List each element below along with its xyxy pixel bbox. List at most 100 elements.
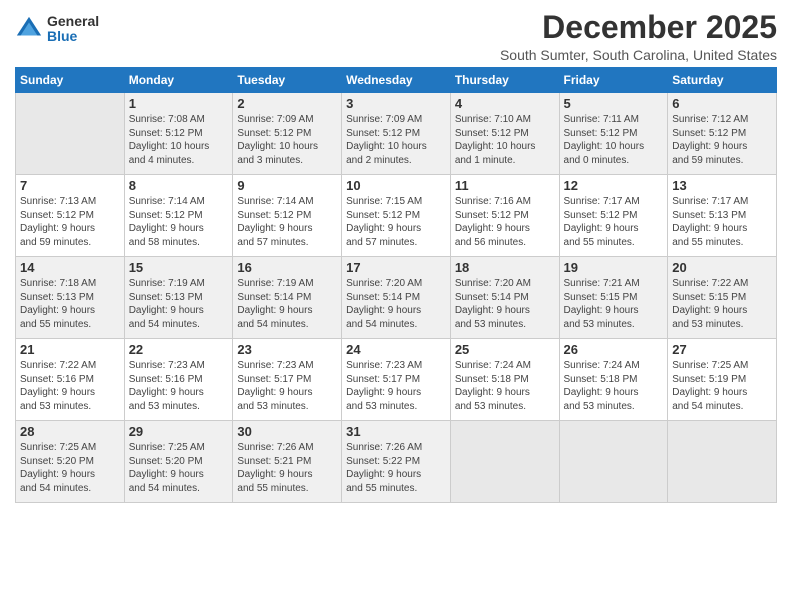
calendar-cell: 6 Sunrise: 7:12 AMSunset: 5:12 PMDaylight… [668, 93, 777, 175]
calendar-cell: 2 Sunrise: 7:09 AMSunset: 5:12 PMDaylight… [233, 93, 342, 175]
calendar-cell [559, 421, 668, 503]
day-info: Sunrise: 7:17 AMSunset: 5:12 PMDaylight:… [564, 195, 664, 249]
calendar-week-row: 21 Sunrise: 7:22 AMSunset: 5:16 PMDayligh… [16, 339, 777, 421]
day-info: Sunrise: 7:14 AMSunset: 5:12 PMDaylight:… [129, 195, 229, 249]
day-number: 2 [237, 96, 337, 111]
calendar-cell: 3 Sunrise: 7:09 AMSunset: 5:12 PMDaylight… [342, 93, 451, 175]
day-info: Sunrise: 7:23 AMSunset: 5:17 PMDaylight:… [237, 359, 337, 413]
header-row: Sunday Monday Tuesday Wednesday Thursday… [16, 68, 777, 93]
calendar-cell: 21 Sunrise: 7:22 AMSunset: 5:16 PMDayligh… [16, 339, 125, 421]
day-info: Sunrise: 7:26 AMSunset: 5:21 PMDaylight:… [237, 441, 337, 495]
calendar-cell: 11 Sunrise: 7:16 AMSunset: 5:12 PMDayligh… [450, 175, 559, 257]
calendar-cell: 16 Sunrise: 7:19 AMSunset: 5:14 PMDayligh… [233, 257, 342, 339]
calendar-table: Sunday Monday Tuesday Wednesday Thursday… [15, 67, 777, 503]
day-info: Sunrise: 7:12 AMSunset: 5:12 PMDaylight:… [672, 113, 772, 167]
day-info: Sunrise: 7:24 AMSunset: 5:18 PMDaylight:… [564, 359, 664, 413]
calendar-cell: 7 Sunrise: 7:13 AMSunset: 5:12 PMDaylight… [16, 175, 125, 257]
day-number: 22 [129, 342, 229, 357]
logo: General Blue [15, 14, 99, 45]
calendar-cell: 1 Sunrise: 7:08 AMSunset: 5:12 PMDaylight… [124, 93, 233, 175]
day-info: Sunrise: 7:19 AMSunset: 5:14 PMDaylight:… [237, 277, 337, 331]
day-number: 9 [237, 178, 337, 193]
logo-general: General [47, 14, 99, 29]
day-info: Sunrise: 7:23 AMSunset: 5:16 PMDaylight:… [129, 359, 229, 413]
day-info: Sunrise: 7:25 AMSunset: 5:20 PMDaylight:… [129, 441, 229, 495]
calendar-cell: 8 Sunrise: 7:14 AMSunset: 5:12 PMDaylight… [124, 175, 233, 257]
calendar-cell: 26Sunrise: 7:24 AMSunset: 5:18 PMDayligh… [559, 339, 668, 421]
calendar-cell: 13 Sunrise: 7:17 AMSunset: 5:13 PMDayligh… [668, 175, 777, 257]
title-area: December 2025 South Sumter, South Caroli… [500, 10, 777, 63]
col-sunday: Sunday [16, 68, 125, 93]
day-number: 1 [129, 96, 229, 111]
day-info: Sunrise: 7:09 AMSunset: 5:12 PMDaylight:… [346, 113, 446, 167]
day-number: 6 [672, 96, 772, 111]
day-info: Sunrise: 7:21 AMSunset: 5:15 PMDaylight:… [564, 277, 664, 331]
calendar-week-row: 14 Sunrise: 7:18 AMSunset: 5:13 PMDayligh… [16, 257, 777, 339]
day-info: Sunrise: 7:08 AMSunset: 5:12 PMDaylight:… [129, 113, 229, 167]
day-number: 5 [564, 96, 664, 111]
calendar-cell: 20Sunrise: 7:22 AMSunset: 5:15 PMDayligh… [668, 257, 777, 339]
calendar-cell: 25 Sunrise: 7:24 AMSunset: 5:18 PMDayligh… [450, 339, 559, 421]
day-number: 11 [455, 178, 555, 193]
day-number: 31 [346, 424, 446, 439]
col-monday: Monday [124, 68, 233, 93]
day-number: 8 [129, 178, 229, 193]
day-number: 20 [672, 260, 772, 275]
calendar-cell: 22 Sunrise: 7:23 AMSunset: 5:16 PMDayligh… [124, 339, 233, 421]
day-number: 17 [346, 260, 446, 275]
calendar-cell: 29 Sunrise: 7:25 AMSunset: 5:20 PMDayligh… [124, 421, 233, 503]
calendar-cell: 4Sunrise: 7:10 AMSunset: 5:12 PMDaylight… [450, 93, 559, 175]
day-number: 29 [129, 424, 229, 439]
day-info: Sunrise: 7:19 AMSunset: 5:13 PMDaylight:… [129, 277, 229, 331]
day-info: Sunrise: 7:22 AMSunset: 5:16 PMDaylight:… [20, 359, 120, 413]
day-number: 28 [20, 424, 120, 439]
day-info: Sunrise: 7:20 AMSunset: 5:14 PMDaylight:… [455, 277, 555, 331]
day-info: Sunrise: 7:25 AMSunset: 5:19 PMDaylight:… [672, 359, 772, 413]
calendar-cell: 9 Sunrise: 7:14 AMSunset: 5:12 PMDaylight… [233, 175, 342, 257]
day-number: 13 [672, 178, 772, 193]
day-number: 21 [20, 342, 120, 357]
day-info: Sunrise: 7:17 AMSunset: 5:13 PMDaylight:… [672, 195, 772, 249]
col-wednesday: Wednesday [342, 68, 451, 93]
day-number: 3 [346, 96, 446, 111]
header: General Blue December 2025 South Sumter,… [15, 10, 777, 63]
calendar-cell: 15Sunrise: 7:19 AMSunset: 5:13 PMDayligh… [124, 257, 233, 339]
calendar-cell: 19 Sunrise: 7:21 AMSunset: 5:15 PMDayligh… [559, 257, 668, 339]
day-info: Sunrise: 7:09 AMSunset: 5:12 PMDaylight:… [237, 113, 337, 167]
location-title: South Sumter, South Carolina, United Sta… [500, 47, 777, 63]
calendar-week-row: 28 Sunrise: 7:25 AMSunset: 5:20 PMDayligh… [16, 421, 777, 503]
day-info: Sunrise: 7:11 AMSunset: 5:12 PMDaylight:… [564, 113, 664, 167]
day-number: 12 [564, 178, 664, 193]
col-friday: Friday [559, 68, 668, 93]
calendar-cell: 14 Sunrise: 7:18 AMSunset: 5:13 PMDayligh… [16, 257, 125, 339]
day-number: 23 [237, 342, 337, 357]
day-number: 14 [20, 260, 120, 275]
calendar-week-row: 1 Sunrise: 7:08 AMSunset: 5:12 PMDaylight… [16, 93, 777, 175]
day-number: 10 [346, 178, 446, 193]
day-number: 27 [672, 342, 772, 357]
calendar-week-row: 7 Sunrise: 7:13 AMSunset: 5:12 PMDaylight… [16, 175, 777, 257]
day-info: Sunrise: 7:10 AMSunset: 5:12 PMDaylight:… [455, 113, 555, 167]
day-number: 7 [20, 178, 120, 193]
logo-icon [15, 15, 43, 43]
calendar-cell: 27 Sunrise: 7:25 AMSunset: 5:19 PMDayligh… [668, 339, 777, 421]
day-info: Sunrise: 7:26 AMSunset: 5:22 PMDaylight:… [346, 441, 446, 495]
day-info: Sunrise: 7:14 AMSunset: 5:12 PMDaylight:… [237, 195, 337, 249]
calendar-cell: 10 Sunrise: 7:15 AMSunset: 5:12 PMDayligh… [342, 175, 451, 257]
calendar-cell: 30 Sunrise: 7:26 AMSunset: 5:21 PMDayligh… [233, 421, 342, 503]
day-info: Sunrise: 7:13 AMSunset: 5:12 PMDaylight:… [20, 195, 120, 249]
day-number: 25 [455, 342, 555, 357]
day-number: 30 [237, 424, 337, 439]
col-saturday: Saturday [668, 68, 777, 93]
day-info: Sunrise: 7:16 AMSunset: 5:12 PMDaylight:… [455, 195, 555, 249]
month-title: December 2025 [500, 10, 777, 45]
calendar-cell: 18Sunrise: 7:20 AMSunset: 5:14 PMDayligh… [450, 257, 559, 339]
calendar-cell: 17Sunrise: 7:20 AMSunset: 5:14 PMDayligh… [342, 257, 451, 339]
day-number: 19 [564, 260, 664, 275]
day-number: 16 [237, 260, 337, 275]
col-tuesday: Tuesday [233, 68, 342, 93]
day-info: Sunrise: 7:18 AMSunset: 5:13 PMDaylight:… [20, 277, 120, 331]
day-info: Sunrise: 7:24 AMSunset: 5:18 PMDaylight:… [455, 359, 555, 413]
day-info: Sunrise: 7:15 AMSunset: 5:12 PMDaylight:… [346, 195, 446, 249]
calendar-cell: 24Sunrise: 7:23 AMSunset: 5:17 PMDayligh… [342, 339, 451, 421]
